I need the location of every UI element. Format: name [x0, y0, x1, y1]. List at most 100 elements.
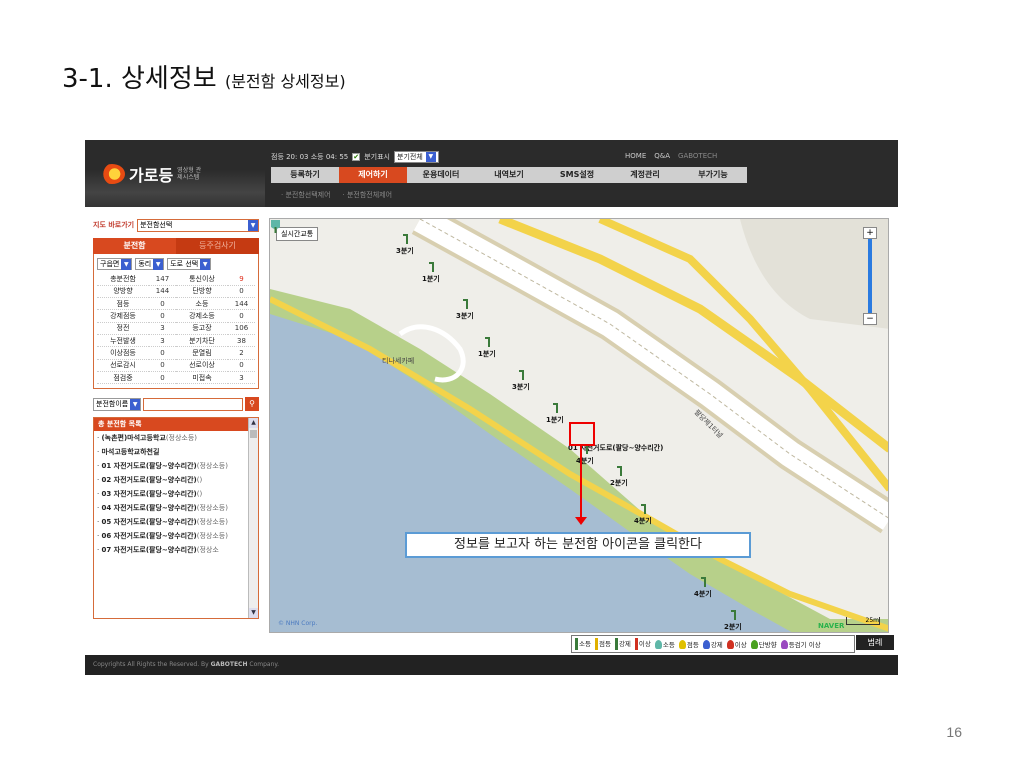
- legend-item: 강제: [702, 639, 723, 650]
- branch-label: 3분기: [512, 383, 530, 391]
- stat-label: 정전: [97, 322, 149, 335]
- logo-subtitle: 영상형 관제시스템: [177, 167, 202, 181]
- pointer-arrow: [575, 446, 587, 525]
- app-header: 가로등 영상형 관제시스템 점등 20: 03 소등 04: 55 ✔ 분기표시…: [85, 140, 898, 207]
- list-item[interactable]: · 05 자전거도로(팔당~양수리간)(정상소등): [94, 515, 258, 529]
- light-pole-icon[interactable]: [641, 504, 648, 514]
- search-row: 분전함이름 ▼ ⚲: [93, 397, 259, 412]
- branch-label: 1분기: [546, 416, 564, 424]
- list-item-name: 01 자전거도로(팔당~양수리간): [101, 462, 197, 471]
- zoom-slider[interactable]: [868, 239, 872, 313]
- legend-item: 점등: [594, 638, 611, 650]
- list-item[interactable]: · 마석고등학교하천길: [94, 445, 258, 459]
- menu-sms[interactable]: SMS설정: [543, 167, 611, 183]
- menu-operation-data[interactable]: 운용데이터: [407, 167, 475, 183]
- branch-label: 4분기: [576, 457, 594, 465]
- list-item-name: 06 자전거도로(팔당~양수리간): [101, 532, 197, 541]
- legend-item: 소등: [654, 639, 675, 650]
- road-select[interactable]: 도로 선택 ▼: [167, 258, 212, 270]
- list-item[interactable]: · (녹촌편)마석고등학교(정상소등): [94, 431, 258, 445]
- menu-register[interactable]: 등록하기: [271, 167, 339, 183]
- tab-pole-inspector[interactable]: 등주검사기: [176, 238, 259, 254]
- map-shortcut-select[interactable]: 분전함선택 ▼: [137, 218, 259, 232]
- search-icon[interactable]: ⚲: [245, 397, 259, 412]
- stat-label: 소등: [175, 297, 228, 311]
- scroll-thumb[interactable]: [250, 430, 257, 439]
- submenu-all-control[interactable]: · 분전함전체제어: [343, 190, 393, 200]
- left-panel: 지도 바로가기 분전함선택 ▼ 분전함 등주검사기 구읍면 ▼ 동리 ▼ 도로 선택…: [93, 218, 259, 633]
- stat-value: 0: [149, 371, 176, 385]
- search-input[interactable]: [143, 397, 243, 411]
- light-pole-icon[interactable]: [553, 403, 560, 413]
- stat-value: 38: [227, 334, 255, 348]
- list-item[interactable]: · 02 자전거도로(팔당~양수리간)(): [94, 473, 258, 487]
- village-select[interactable]: 동리 ▼: [135, 258, 165, 270]
- realtime-traffic-button[interactable]: 실시간교통: [276, 227, 319, 241]
- list-item[interactable]: · 07 자전거도로(팔당~양수리간)(정상소: [94, 543, 258, 557]
- zoom-in-icon[interactable]: +: [863, 227, 877, 239]
- menu-extra[interactable]: 부가기능: [679, 167, 747, 183]
- stat-value: 3: [227, 371, 255, 385]
- screenshot: 가로등 영상형 관제시스템 점등 20: 03 소등 04: 55 ✔ 분기표시…: [85, 140, 898, 675]
- legend-item: 단방향: [750, 639, 777, 650]
- gabotech-link[interactable]: GABOTECH: [678, 152, 717, 160]
- logo[interactable]: 가로등 영상형 관제시스템: [99, 162, 205, 186]
- panel-box-icon[interactable]: [270, 219, 281, 233]
- legend-button[interactable]: 범례: [856, 635, 894, 650]
- list-item[interactable]: · 03 자전거도로(팔당~양수리간)(): [94, 487, 258, 501]
- top-links: HOME Q&A GABOTECH: [625, 152, 717, 160]
- light-pole-icon[interactable]: [429, 262, 436, 272]
- scroll-down-icon[interactable]: ▼: [249, 608, 258, 619]
- branch-label: 4분기: [634, 517, 652, 525]
- stats-row: 양방향 144 단방향 0: [97, 285, 255, 299]
- legend-item: 점등: [678, 639, 699, 650]
- chevron-down-icon: ▼: [130, 398, 141, 410]
- stat-label: 문열림: [175, 346, 228, 360]
- stat-label: 분기차단: [175, 334, 228, 348]
- stat-label: 이상점등: [97, 346, 149, 360]
- menu-control[interactable]: 제어하기: [339, 167, 407, 183]
- light-pole-icon[interactable]: [519, 370, 526, 380]
- zoom-out-icon[interactable]: −: [863, 313, 877, 325]
- stats-row: 총분전함 147 통신이상 9: [97, 273, 255, 286]
- chevron-down-icon: ▼: [121, 258, 132, 270]
- stats-row: 강제점등 0 강제소등 0: [97, 309, 255, 323]
- stat-value: 147: [149, 273, 176, 286]
- light-pole-icon[interactable]: [731, 610, 738, 620]
- stat-value: 0: [227, 359, 255, 372]
- qna-link[interactable]: Q&A: [654, 152, 670, 160]
- light-pole-icon[interactable]: [463, 299, 470, 309]
- list-item-status: (정상소: [196, 546, 219, 555]
- light-pole-icon[interactable]: [485, 337, 492, 347]
- branch-select[interactable]: 분기전체 ▼: [394, 151, 439, 163]
- light-pole-icon[interactable]: [403, 234, 410, 244]
- list-item-name: 02 자전거도로(팔당~양수리간): [101, 476, 197, 485]
- district-select[interactable]: 구읍면 ▼: [97, 258, 133, 270]
- stat-value: 0: [149, 309, 176, 323]
- list-item[interactable]: · 01 자전거도로(팔당~양수리간)(정상소등): [94, 459, 258, 473]
- page-number: 16: [946, 724, 962, 740]
- branch-label: 4분기: [694, 590, 712, 598]
- stat-value: 0: [149, 346, 176, 360]
- list-item[interactable]: · 04 자전거도로(팔당~양수리간)(정상소등): [94, 501, 258, 515]
- list-item-status: (정상소등): [196, 518, 228, 527]
- search-type-select[interactable]: 분전함이름 ▼: [93, 397, 142, 411]
- branch-show-checkbox[interactable]: ✔: [352, 153, 361, 161]
- light-pole-icon[interactable]: [617, 466, 624, 476]
- menu-history[interactable]: 내역보기: [475, 167, 543, 183]
- light-pole-icon[interactable]: [701, 577, 708, 587]
- zoom-control: + −: [863, 227, 877, 331]
- slide-title-main: 3-1. 상세정보: [62, 64, 217, 94]
- stat-value: 2: [227, 346, 255, 360]
- list-scrollbar[interactable]: ▲ ▼: [248, 418, 258, 619]
- tab-panel-box[interactable]: 분전함: [93, 238, 176, 254]
- submenu-select-control[interactable]: · 분전함선택제어: [281, 190, 331, 200]
- list-item[interactable]: · 06 자전거도로(팔당~양수리간)(정상소등): [94, 529, 258, 543]
- home-link[interactable]: HOME: [625, 152, 646, 160]
- menu-account[interactable]: 계정관리: [611, 167, 679, 183]
- scroll-up-icon[interactable]: ▲: [249, 418, 258, 429]
- list-item-name: 마석고등학교하천길: [101, 448, 160, 457]
- stat-value: 144: [227, 297, 255, 311]
- footer-text-end: Company.: [249, 661, 280, 668]
- map-view[interactable]: 실시간교통 3분기 1분기 3분기 1분기 3분기 1분기 티나세카페 01 자전거도로(팔당…: [269, 218, 889, 633]
